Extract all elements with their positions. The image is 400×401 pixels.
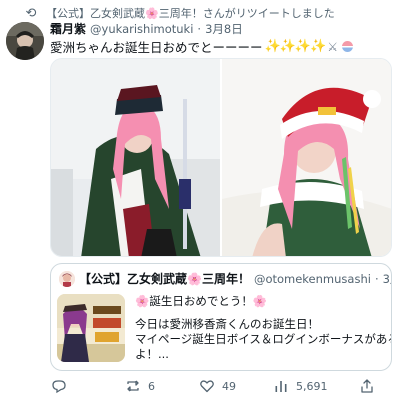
quoted-author-name[interactable]: 【公式】乙女剣武蔵🌸三周年！ [79, 270, 250, 287]
quoted-tweet-date[interactable]: 3月8日 [383, 271, 391, 287]
quoted-header-separator: · [374, 271, 379, 286]
like-button[interactable]: 49 [198, 377, 272, 395]
reply-button[interactable] [50, 377, 124, 395]
quoted-text-line-4: よ！... [135, 347, 169, 361]
retweet-count: 6 [148, 379, 155, 393]
tweet-media [50, 58, 392, 257]
quoted-tweet-thumbnail[interactable] [57, 294, 125, 362]
views-button[interactable]: 5,691 [272, 377, 358, 395]
views-icon [272, 377, 290, 395]
quoted-tweet[interactable]: 【公式】乙女剣武蔵🌸三周年！ @otomekenmusashi · 3月8日 🌸… [50, 263, 392, 371]
author-name[interactable]: 霜月紫 [50, 20, 86, 37]
ball-icon [342, 41, 354, 52]
tweet-text-body: 愛洲ちゃんお誕生日おめでとーーーー [50, 40, 263, 55]
retweet-icon: ⟲ [25, 5, 37, 21]
quoted-text-line-3: マイページ誕生日ボイス＆ログインボーナスがある [135, 332, 392, 346]
retweet-button[interactable]: 6 [124, 377, 198, 395]
quoted-tweet-text: 🌸誕生日おめでとう！🌸 今日は愛洲移香斎くんのお誕生日！ マイページ誕生日ボイス… [135, 294, 392, 362]
tweet-date[interactable]: 3月8日 [205, 21, 243, 37]
author-avatar[interactable] [6, 22, 44, 60]
tweet-actions: 6 49 5,691 [50, 376, 392, 396]
retweet-action-icon [124, 377, 142, 395]
tweet-header: 霜月紫 @yukarishimotuki · 3月8日 [50, 20, 243, 37]
share-icon [358, 377, 376, 395]
heart-icon [198, 377, 216, 395]
author-handle[interactable]: @yukarishimotuki [90, 22, 193, 36]
header-separator: · [197, 22, 202, 36]
like-count: 49 [222, 379, 236, 393]
quoted-text-line-2: 今日は愛洲移香斎くんのお誕生日！ [135, 317, 319, 331]
quoted-author-avatar[interactable] [59, 270, 75, 287]
photo-left[interactable] [51, 59, 220, 256]
reply-icon [50, 377, 68, 395]
retweet-indicator-text[interactable]: 【公式】乙女剣武蔵🌸三周年！さんがリツイートしました [46, 5, 335, 21]
views-count: 5,691 [296, 379, 328, 393]
quoted-tweet-header: 【公式】乙女剣武蔵🌸三周年！ @otomekenmusashi · 3月8日 [59, 270, 391, 287]
tweet-text: 愛洲ちゃんお誕生日おめでとーーーー ✨✨✨✨ ⚔ [50, 37, 354, 56]
sparkles-icon: ✨✨✨✨ [264, 39, 327, 54]
quoted-text-line-1: 🌸誕生日おめでとう！🌸 [135, 294, 268, 308]
crossed-swords-icon: ⚔ [327, 39, 339, 54]
photo-right[interactable] [222, 59, 391, 256]
share-button[interactable] [358, 377, 388, 395]
quoted-author-handle[interactable]: @otomekenmusashi [254, 272, 371, 286]
